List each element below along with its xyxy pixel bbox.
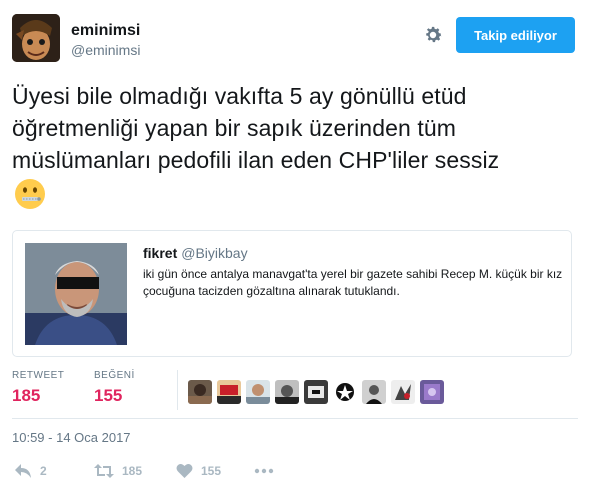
heart-icon	[176, 463, 193, 479]
retweet-icon	[94, 463, 114, 479]
reply-count: 2	[40, 464, 47, 478]
user-avatar[interactable]	[12, 14, 60, 62]
liker-avatars	[188, 380, 444, 406]
likes-stat[interactable]: BEĞENİ 155	[94, 370, 135, 406]
retweet-stat-value: 185	[12, 386, 41, 405]
liker-avatar[interactable]	[217, 380, 241, 404]
tweet-header: eminimsi @eminimsi Takip ediliyor	[12, 14, 578, 64]
likes-stat-label: BEĞENİ	[94, 370, 135, 381]
retweet-button[interactable]: 185	[94, 460, 142, 482]
user-display-name[interactable]: eminimsi	[71, 22, 140, 40]
quoted-tweet-text: iki gün önce antalya manavgat'ta yerel b…	[143, 267, 563, 298]
liker-avatar[interactable]	[362, 380, 386, 404]
more-dots-icon	[254, 468, 274, 474]
zipper-mouth-emoji-icon	[14, 178, 46, 210]
liker-avatar[interactable]	[333, 380, 357, 404]
tweet-actions: 2 185 155	[12, 460, 578, 482]
quoted-tweet[interactable]: fikret @Biyikbay iki gün önce antalya man…	[12, 230, 572, 357]
tweet-timestamp[interactable]: 10:59 - 14 Oca 2017	[12, 430, 131, 445]
reply-icon	[14, 463, 32, 479]
quoted-tweet-handle[interactable]: @Biyikbay	[181, 245, 247, 261]
liker-avatar[interactable]	[391, 380, 415, 404]
liker-avatar[interactable]	[188, 380, 212, 404]
like-count: 155	[201, 464, 222, 478]
retweet-count: 185	[122, 464, 143, 478]
quoted-tweet-name[interactable]: fikret	[143, 245, 177, 261]
reply-button[interactable]: 2	[14, 460, 47, 482]
liker-avatar[interactable]	[246, 380, 270, 404]
gear-icon[interactable]	[422, 24, 444, 46]
liker-avatar[interactable]	[275, 380, 299, 404]
liker-avatar[interactable]	[420, 380, 444, 404]
like-button[interactable]: 155	[176, 460, 221, 482]
tweet-text: Üyesi bile olmadığı vakıfta 5 ay gönüllü…	[12, 83, 500, 173]
tweet-stats: RETWEET 185 BEĞENİ 155	[12, 370, 578, 412]
retweet-stat[interactable]: RETWEET 185	[12, 370, 64, 406]
more-options-button[interactable]	[254, 460, 274, 482]
retweet-stat-label: RETWEET	[12, 370, 65, 381]
stats-separator	[12, 418, 578, 419]
following-button[interactable]: Takip ediliyor	[456, 17, 575, 53]
stats-divider	[177, 370, 178, 410]
quoted-tweet-author[interactable]: fikret @Biyikbay	[143, 245, 248, 261]
likes-stat-value: 155	[94, 386, 123, 405]
quoted-tweet-photo	[25, 243, 127, 345]
liker-avatar[interactable]	[304, 380, 328, 404]
user-handle[interactable]: @eminimsi	[71, 42, 140, 58]
